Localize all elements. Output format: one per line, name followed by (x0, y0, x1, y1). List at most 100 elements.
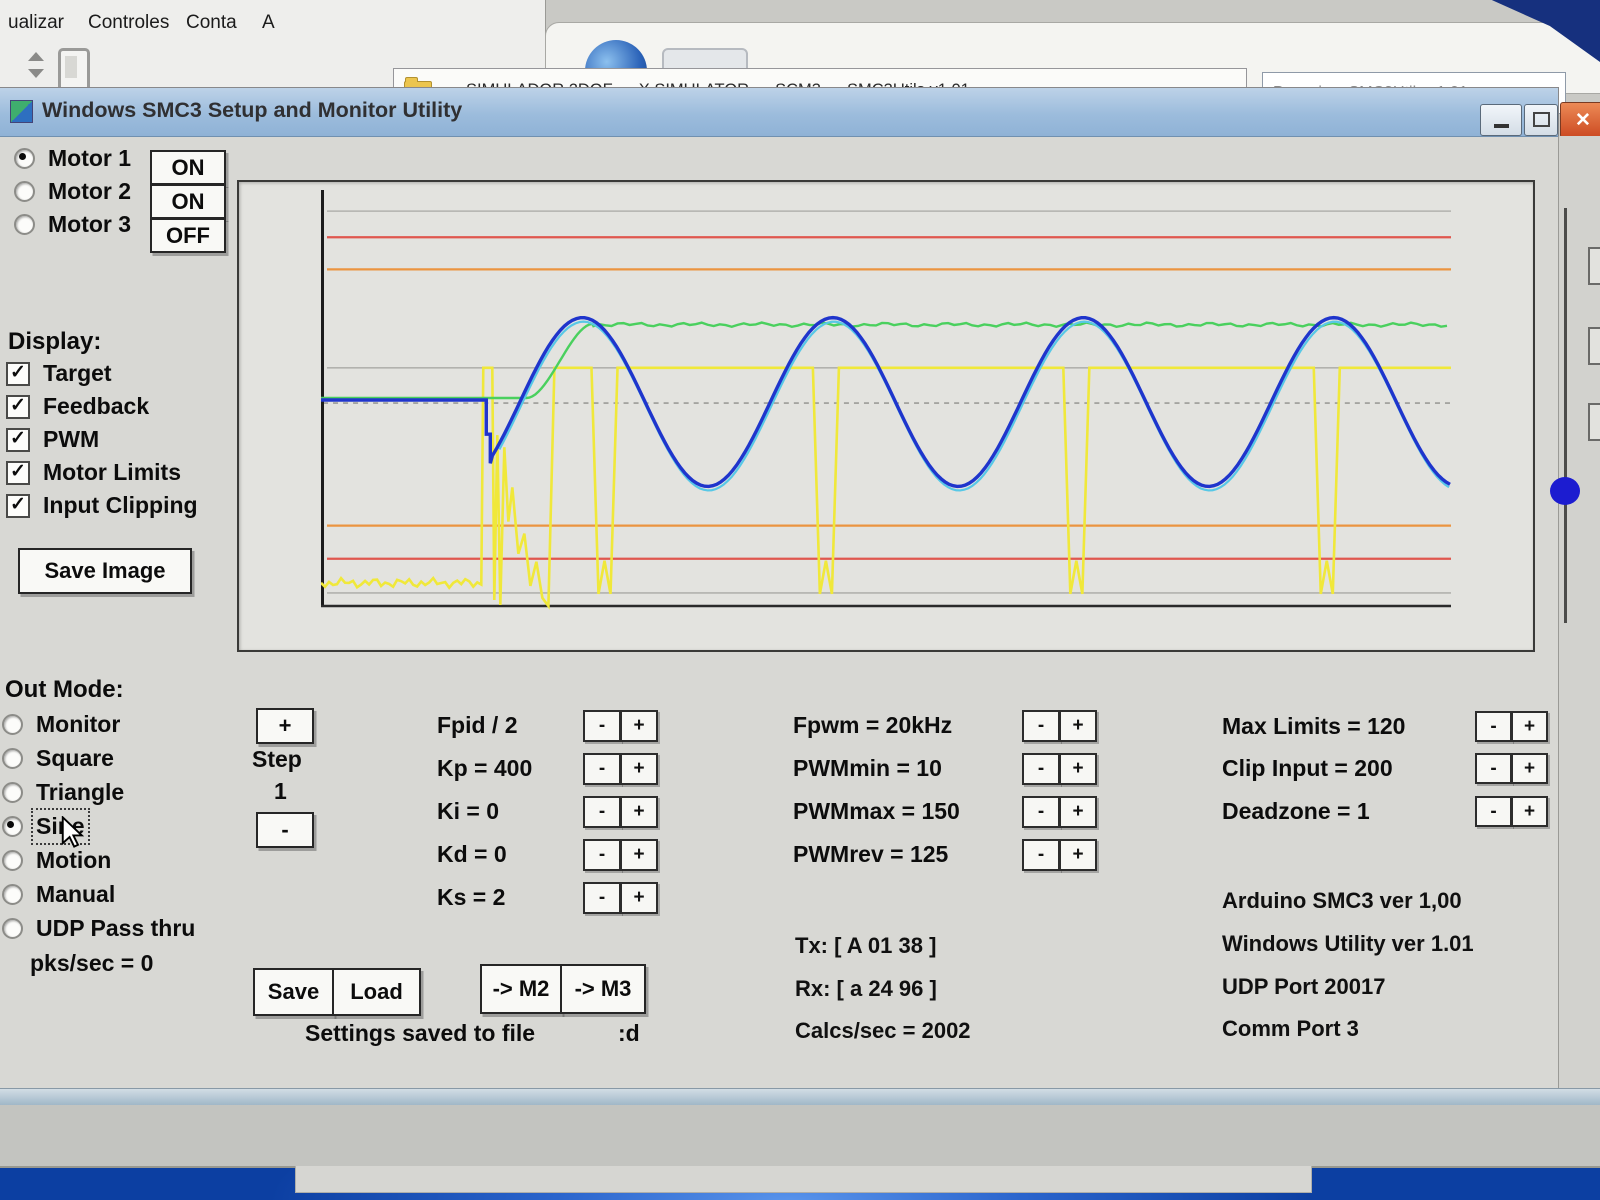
out-mode-square-row[interactable]: Square (2, 745, 114, 772)
background-window-bar (0, 1105, 1600, 1168)
scale-slider-thumb[interactable] (1550, 477, 1580, 505)
pwmmax-plus-button[interactable]: + (1059, 796, 1097, 828)
status-fragment: :d (618, 1020, 640, 1047)
scale-slider-track[interactable] (1564, 208, 1567, 623)
menu-item-visualizar[interactable]: ualizar (8, 12, 64, 34)
smc3-window: Windows SMC3 Setup and Monitor Utility ✕… (0, 88, 1558, 1088)
calcs-per-sec-value: Calcs/sec = 2002 (795, 1018, 971, 1044)
motor-limits-checkbox[interactable]: ✓ (6, 461, 30, 485)
menu-item-a[interactable]: A (262, 12, 275, 34)
motor-2-power-button[interactable]: ON (150, 184, 226, 219)
fpwm-value: Fpwm = 20kHz (793, 712, 952, 739)
ki-plus-button[interactable]: + (620, 796, 658, 828)
kp-plus-button[interactable]: + (620, 753, 658, 785)
pwm-label: PWM (43, 426, 99, 453)
display-motor-limits-row[interactable]: ✓ Motor Limits (6, 459, 181, 486)
step-up-button[interactable]: + (256, 708, 314, 744)
copy-to-m2-button[interactable]: -> M2 (480, 964, 562, 1014)
display-pwm-row[interactable]: ✓ PWM (6, 426, 99, 453)
motor-3-radio[interactable] (14, 214, 35, 235)
pwm-checkbox[interactable]: ✓ (6, 428, 30, 452)
pwmmax-minus-button[interactable]: - (1022, 796, 1060, 828)
close-button[interactable]: ✕ (1560, 102, 1600, 138)
motor-2-radio[interactable] (14, 181, 35, 202)
max-limits-plus-button[interactable]: + (1511, 711, 1548, 742)
pwmmin-minus-button[interactable]: - (1022, 753, 1060, 785)
motor-3-power-button[interactable]: OFF (150, 218, 226, 253)
fpwm-plus-button[interactable]: + (1059, 710, 1097, 742)
triangle-label: Triangle (36, 779, 124, 806)
clip-input-plus-button[interactable]: + (1511, 753, 1548, 784)
clip-input-minus-button[interactable]: - (1475, 753, 1512, 784)
mouse-cursor (60, 816, 90, 850)
kd-value: Kd = 0 (437, 841, 507, 868)
motor-1-power-button[interactable]: ON (150, 150, 226, 185)
clip-input-value: Clip Input = 200 (1222, 755, 1393, 782)
input-clipping-checkbox[interactable]: ✓ (6, 494, 30, 518)
manual-radio[interactable] (2, 884, 23, 905)
minimize-button[interactable] (1480, 104, 1522, 136)
udp-pass-thru-label: UDP Pass thru (36, 915, 195, 942)
ki-minus-button[interactable]: - (583, 796, 621, 828)
out-mode-monitor-row[interactable]: Monitor (2, 711, 120, 738)
motor-1-radio-row[interactable]: Motor 1 (14, 145, 131, 172)
load-button[interactable]: Load (332, 968, 421, 1016)
out-mode-motion-row[interactable]: Motion (2, 847, 111, 874)
square-radio[interactable] (2, 748, 23, 769)
menu-item-controles[interactable]: Controles (88, 12, 169, 34)
spinner-icon (28, 52, 48, 86)
window-bottom-edge (0, 1088, 1600, 1106)
manual-label: Manual (36, 881, 115, 908)
pwmrev-minus-button[interactable]: - (1022, 839, 1060, 871)
ks-minus-button[interactable]: - (583, 882, 621, 914)
deadzone-plus-button[interactable]: + (1511, 796, 1548, 827)
edge-fragment (1588, 327, 1600, 365)
copy-to-m3-button[interactable]: -> M3 (560, 964, 646, 1014)
motor-limits-label: Motor Limits (43, 459, 181, 486)
save-image-button[interactable]: Save Image (18, 548, 192, 594)
display-input-clipping-row[interactable]: ✓ Input Clipping (6, 492, 198, 519)
motion-radio[interactable] (2, 850, 23, 871)
motion-label: Motion (36, 847, 111, 874)
comm-port: Comm Port 3 (1222, 1016, 1359, 1042)
display-feedback-row[interactable]: ✓ Feedback (6, 393, 149, 420)
fpid-plus-button[interactable]: + (620, 710, 658, 742)
status-message: Settings saved to file (305, 1020, 535, 1047)
monitor-label: Monitor (36, 711, 120, 738)
pks-per-sec-value: pks/sec = 0 (30, 950, 153, 977)
max-limits-minus-button[interactable]: - (1475, 711, 1512, 742)
fpid-minus-button[interactable]: - (583, 710, 621, 742)
out-mode-heading: Out Mode: (5, 676, 124, 704)
menu-item-conta[interactable]: Conta (186, 12, 237, 34)
out-mode-udp-row[interactable]: UDP Pass thru (2, 915, 195, 942)
ks-plus-button[interactable]: + (620, 882, 658, 914)
kp-minus-button[interactable]: - (583, 753, 621, 785)
motor-2-radio-row[interactable]: Motor 2 (14, 178, 131, 205)
input-clipping-label: Input Clipping (43, 492, 198, 519)
max-limits-value: Max Limits = 120 (1222, 713, 1405, 740)
motor-1-radio[interactable] (14, 148, 35, 169)
display-target-row[interactable]: ✓ Target (6, 360, 112, 387)
out-mode-triangle-row[interactable]: Triangle (2, 779, 124, 806)
pwmmin-plus-button[interactable]: + (1059, 753, 1097, 785)
kd-plus-button[interactable]: + (620, 839, 658, 871)
feedback-checkbox[interactable]: ✓ (6, 395, 30, 419)
motor-3-radio-row[interactable]: Motor 3 (14, 211, 131, 238)
maximize-button[interactable] (1524, 104, 1558, 136)
deadzone-value: Deadzone = 1 (1222, 798, 1370, 825)
ks-value: Ks = 2 (437, 884, 505, 911)
triangle-radio[interactable] (2, 782, 23, 803)
pwmrev-plus-button[interactable]: + (1059, 839, 1097, 871)
step-down-button[interactable]: - (256, 812, 314, 848)
motor-2-label: Motor 2 (48, 178, 131, 205)
sine-radio[interactable] (2, 816, 23, 837)
save-button[interactable]: Save (253, 968, 334, 1016)
deadzone-minus-button[interactable]: - (1475, 796, 1512, 827)
udp-pass-thru-radio[interactable] (2, 918, 23, 939)
kd-minus-button[interactable]: - (583, 839, 621, 871)
pwmmax-value: PWMmax = 150 (793, 798, 960, 825)
out-mode-manual-row[interactable]: Manual (2, 881, 115, 908)
monitor-radio[interactable] (2, 714, 23, 735)
fpwm-minus-button[interactable]: - (1022, 710, 1060, 742)
target-checkbox[interactable]: ✓ (6, 362, 30, 386)
